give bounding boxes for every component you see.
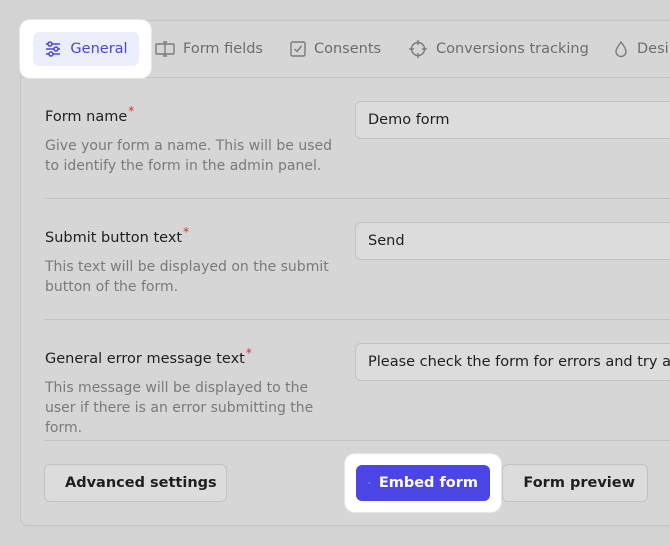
embed-form-label: Embed form	[378, 475, 478, 491]
checkbox-icon	[290, 41, 306, 57]
tab-form-fields-label: Form fields	[183, 41, 263, 57]
divider	[45, 440, 670, 441]
tab-design-label: Desi	[637, 41, 669, 57]
tab-conversions-tracking-label: Conversions tracking	[436, 41, 589, 57]
submit-button-text-input[interactable]: Send	[355, 222, 670, 260]
code-icon	[368, 482, 371, 484]
field-description: This message will be displayed to the us…	[45, 379, 314, 436]
tab-general[interactable]: General	[33, 32, 139, 66]
advanced-settings-button[interactable]: Advanced settings	[44, 464, 227, 502]
text-field-icon	[155, 41, 175, 57]
tab-form-fields[interactable]: Form fields	[155, 20, 263, 78]
required-mark: *	[128, 104, 135, 118]
form-preview-button[interactable]: Form preview	[502, 464, 648, 502]
field-description: This text will be displayed on the submi…	[45, 258, 329, 295]
form-preview-label: Form preview	[523, 475, 635, 491]
divider	[45, 198, 670, 199]
tab-consents[interactable]: Consents	[290, 20, 381, 78]
tab-design[interactable]: Desi	[613, 20, 669, 78]
general-error-message-input[interactable]: Please check the form for errors and try…	[355, 343, 670, 381]
field-description: Give your form a name. This will be used…	[45, 137, 332, 174]
tab-conversions-tracking[interactable]: Conversions tracking	[408, 20, 589, 78]
tab-general-label: General	[70, 41, 128, 57]
advanced-settings-label: Advanced settings	[65, 475, 217, 491]
required-mark: *	[245, 346, 252, 360]
tab-consents-label: Consents	[314, 41, 382, 57]
required-mark: *	[183, 225, 190, 239]
form-name-input[interactable]: Demo form	[355, 101, 670, 139]
embed-form-button[interactable]: Embed form	[356, 465, 490, 501]
droplet-icon	[615, 40, 627, 58]
sliders-icon	[46, 41, 61, 57]
divider	[45, 319, 670, 320]
crosshair-icon	[409, 40, 427, 58]
